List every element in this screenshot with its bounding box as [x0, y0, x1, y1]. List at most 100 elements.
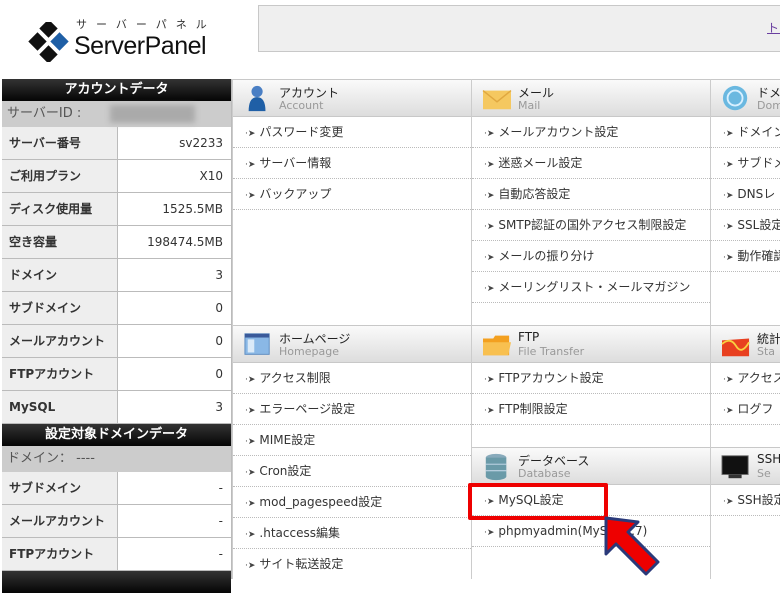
folder-icon [483, 335, 511, 356]
info-row: サブドメイン 0 [2, 292, 231, 325]
arrow-bullet-icon: ·➤ [245, 129, 256, 139]
user-icon [248, 85, 266, 112]
top-link[interactable]: トップ [767, 19, 780, 36]
menu-item-label: サーバー情報 [259, 156, 332, 170]
section-header-ftp: FTP File Transfer [472, 325, 710, 363]
menu-item[interactable]: ·➤ SMTP認証の国外アクセス制限設定 [472, 210, 710, 241]
menu-item[interactable]: ·➤サブドメ [711, 148, 780, 179]
info-label: サーバー番号 [2, 127, 118, 159]
menu-item-label: DNSレ [737, 187, 776, 201]
info-row: 空き容量 198474.5MB [2, 226, 231, 259]
arrow-bullet-icon: ·➤ [245, 437, 256, 447]
info-label: ご利用プラン [2, 160, 118, 192]
menu-item[interactable]: ·➤ .htaccess編集 [233, 518, 471, 549]
section-subtitle: Database [518, 467, 571, 480]
diamond-logo-icon [28, 22, 69, 62]
arrow-bullet-icon: ·➤ [723, 222, 734, 232]
menu-item[interactable]: ·➤SSH設定 [711, 485, 780, 516]
arrow-bullet-icon: ·➤ [245, 530, 256, 540]
arrow-bullet-icon: ·➤ [245, 499, 256, 509]
menu-item-label: FTPアカウント設定 [498, 371, 604, 385]
info-row: ディスク使用量 1525.5MB [2, 193, 231, 226]
info-value: 198474.5MB [118, 226, 231, 258]
menu-item[interactable]: ·➤ アクセス制限 [233, 363, 471, 394]
menu-item[interactable]: ·➤ エラーページ設定 [233, 394, 471, 425]
serverpanel-logo[interactable]: サーバーパネル ServerPanel [28, 14, 248, 64]
account-data-title: アカウントデータ [2, 79, 231, 101]
arrow-bullet-icon: ·➤ [245, 468, 256, 478]
section-title: SSH [757, 452, 780, 466]
menu-item[interactable]: ·➤ ログフ [711, 394, 780, 425]
account-data-panel: アカウントデータ サーバーID : サーバー番号 sv2233 ご利用プラン X10 デ… [2, 79, 232, 593]
menu-item-label: エラーページ設定 [259, 402, 356, 416]
arrow-bullet-icon: ·➤ [245, 561, 256, 571]
menu-item-label: サブドメ [737, 156, 780, 170]
menu-item-label: メールアカウント設定 [498, 125, 619, 139]
arrow-bullet-icon: ·➤ [723, 253, 734, 263]
info-value: - [118, 538, 231, 570]
menu-item[interactable]: ·➤ サーバー情報 [233, 148, 471, 179]
arrow-bullet-icon: ·➤ [245, 375, 256, 385]
server-id-row: サーバーID : [2, 101, 231, 127]
arrow-bullet-icon: ·➤ [484, 191, 495, 201]
info-row: ドメイン 3 [2, 259, 231, 292]
menu-item[interactable]: ·➤ メールアカウント設定 [472, 117, 710, 148]
menu-item[interactable]: ·➤ 自動応答設定 [472, 179, 710, 210]
info-row: ご利用プラン X10 [2, 160, 231, 193]
menu-item-label: SMTP認証の国外アクセス制限設定 [498, 218, 687, 232]
menu-item[interactable]: ·➤ バックアップ [233, 179, 471, 210]
section-subtitle: Homepage [279, 345, 339, 358]
info-value: 3 [118, 391, 231, 423]
menu-item[interactable]: ·➤ 迷惑メール設定 [472, 148, 710, 179]
menu-item-label: Cron設定 [259, 464, 312, 478]
menu-item[interactable]: ·➤ サイト転送設定 [233, 549, 471, 579]
database-icon [485, 453, 507, 481]
menu-item-label: ドメイン [737, 125, 780, 139]
logo-name: ServerPanel [74, 32, 207, 60]
info-value: 1525.5MB [118, 193, 231, 225]
info-label: 空き容量 [2, 226, 118, 258]
menu-item[interactable]: ·➤ SSL設定 [711, 210, 780, 241]
menu-item[interactable]: ·➤ドメイン [711, 117, 780, 148]
server-id-redacted [110, 105, 195, 123]
section-subtitle: Account [279, 99, 324, 112]
section-header-database: データベース Database [472, 447, 710, 485]
menu-item-label: FTP制限設定 [498, 402, 568, 416]
info-row: メールアカウント 0 [2, 325, 231, 358]
menu-column: アカウント Account ·➤ パスワード変更 ·➤ サーバー情報 ·➤ バックアップ ホーム… [232, 79, 471, 579]
menu-item[interactable]: ·➤ phpmyadmin(MySQL5.7) [472, 516, 710, 547]
menu-item[interactable]: ·➤アクセス [711, 363, 780, 394]
section-header-mail: メール Mail [472, 79, 710, 117]
arrow-bullet-icon: ·➤ [723, 497, 734, 507]
arrow-bullet-icon: ·➤ [484, 284, 495, 294]
menu-item[interactable]: ·➤ Cron設定 [233, 456, 471, 487]
info-row: FTPアカウント 0 [2, 358, 231, 391]
arrow-bullet-icon: ·➤ [245, 160, 256, 170]
menu-item[interactable]: ·➤ mod_pagespeed設定 [233, 487, 471, 518]
info-value: 0 [118, 358, 231, 390]
menu-item-label: アクセス [737, 371, 780, 385]
menu-item[interactable]: ·➤ MIME設定 [233, 425, 471, 456]
section-header-homepage: ホームページ Homepage [233, 325, 471, 363]
menu-item-label: メーリングリスト・メールマガジン [498, 280, 691, 294]
menu-item-label: .htaccess編集 [259, 526, 340, 540]
arrow-bullet-icon: ·➤ [484, 222, 495, 232]
menu-item[interactable]: ·➤動作確認 [711, 241, 780, 272]
menu-item-label: アクセス制限 [259, 371, 331, 385]
arrow-bullet-icon: ·➤ [484, 375, 495, 385]
arrow-bullet-icon: ·➤ [484, 253, 495, 263]
section-subtitle: Mail [518, 99, 541, 112]
menu-item[interactable]: ·➤ FTP制限設定 [472, 394, 710, 425]
menu-item[interactable]: ·➤ メールの振り分け [472, 241, 710, 272]
info-label: ディスク使用量 [2, 193, 118, 225]
info-value: 0 [118, 292, 231, 324]
info-label: FTPアカウント [2, 358, 118, 390]
menu-item[interactable]: ·➤ パスワード変更 [233, 117, 471, 148]
domain-data-title: 設定対象ドメインデータ [2, 424, 231, 446]
top-bar: トップ [258, 5, 780, 52]
menu-item[interactable]: ·➤ DNSレ [711, 179, 780, 210]
arrow-bullet-icon: ·➤ [723, 129, 734, 139]
menu-item[interactable]: ·➤ メーリングリスト・メールマガジン [472, 272, 710, 303]
menu-item[interactable]: ·➤ FTPアカウント設定 [472, 363, 710, 394]
section-subtitle: Se [757, 467, 771, 480]
